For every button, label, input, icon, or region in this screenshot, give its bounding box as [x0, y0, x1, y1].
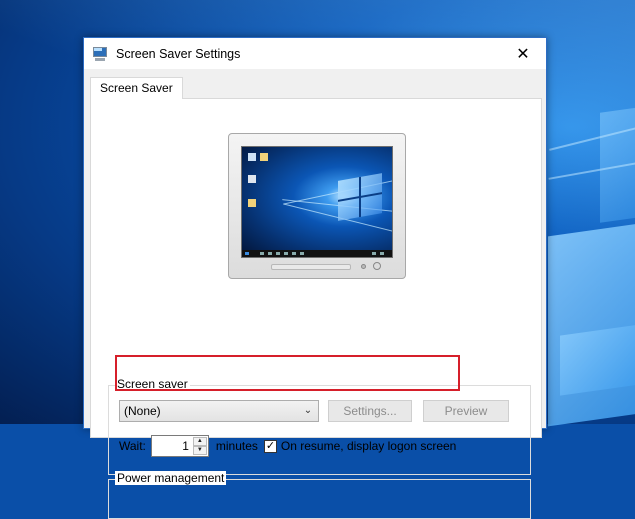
preview-monitor: [228, 133, 406, 279]
stepper-up-icon[interactable]: ▲: [192, 437, 207, 446]
wallpaper-pane: [560, 324, 635, 396]
screen-saver-settings-dialog: Screen Saver Settings ✕ Screen Saver Scr…: [83, 37, 547, 519]
logon-screen-checkbox[interactable]: ✓: [263, 439, 277, 453]
close-button[interactable]: ✕: [500, 38, 546, 69]
screen-saver-group: Screen saver (None) ⌄ Settings... Previe…: [108, 377, 531, 475]
wait-label: Wait:: [119, 439, 146, 453]
screen-saver-select[interactable]: (None) ⌄: [119, 400, 319, 422]
checkmark-icon: ✓: [265, 439, 276, 452]
settings-button[interactable]: Settings...: [328, 400, 412, 422]
wait-minutes-stepper[interactable]: 1 ▲ ▼: [150, 435, 209, 457]
screen-saver-selected-value: (None): [124, 404, 161, 418]
window-title: Screen Saver Settings: [116, 46, 241, 61]
desktop-icon: [248, 153, 256, 161]
power-management-group: Power management: [108, 471, 531, 519]
desktop-icon: [248, 175, 256, 183]
title-bar[interactable]: Screen Saver Settings ✕: [84, 38, 546, 69]
windows-logo-icon: [338, 173, 382, 221]
wait-minutes-input[interactable]: 1: [152, 439, 192, 453]
dialog-body: Screen Saver Screen saver (None) ⌄ Setti…: [84, 69, 546, 519]
preview-screen: [241, 146, 393, 258]
monitor-drive-slot: [271, 264, 351, 270]
chevron-down-icon: ⌄: [303, 405, 313, 416]
tab-panel-screen-saver: Screen saver (None) ⌄ Settings... Previe…: [90, 98, 542, 519]
desktop-icon: [248, 199, 256, 207]
minutes-label: minutes: [215, 439, 258, 453]
close-icon: ✕: [516, 45, 530, 63]
power-management-group-label: Power management: [115, 471, 227, 485]
logon-screen-label[interactable]: On resume, display logon screen: [281, 439, 456, 453]
monitor-led-icon: [361, 264, 366, 269]
wallpaper-pane: [548, 223, 635, 427]
stepper-down-icon[interactable]: ▼: [192, 446, 207, 455]
tab-screen-saver[interactable]: Screen Saver: [90, 77, 183, 99]
screen-saver-group-label: Screen saver: [115, 377, 190, 391]
desktop-icon: [260, 153, 268, 161]
stepper-buttons: ▲ ▼: [192, 437, 207, 455]
preview-taskbar: [242, 250, 392, 257]
preview-button[interactable]: Preview: [423, 400, 509, 422]
screen-saver-app-icon: [92, 46, 108, 62]
monitor-power-knob-icon: [373, 262, 381, 270]
wait-row: Wait: 1 ▲ ▼ minutes ✓ On resume, display…: [119, 434, 456, 458]
